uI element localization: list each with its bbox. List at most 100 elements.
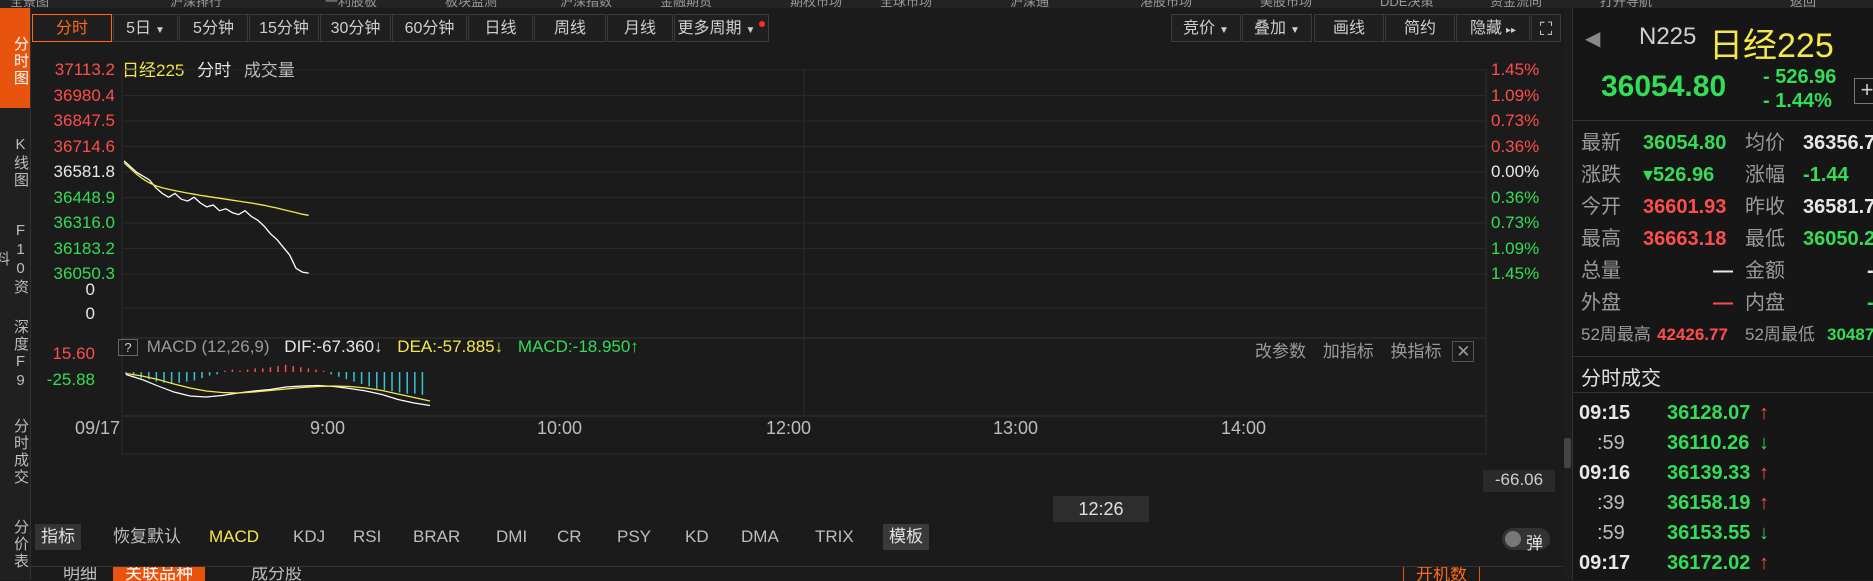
tab-60min-label: 60分钟 [404,20,455,37]
chart-canvas[interactable] [31,48,1563,508]
quote-field-label: 涨幅 [1745,164,1785,186]
bottom-tab[interactable]: 开机数 [1403,567,1480,581]
x-tick-label: 9:00 [310,418,346,438]
quote-field-value: 36356.7 [1803,132,1873,154]
top-nav-item[interactable]: 全球市场 [880,0,932,8]
bottom-tab[interactable]: 关联品种 [113,567,205,581]
quote-field-label: 最高 [1581,228,1621,250]
indicator-tab[interactable]: DMA [735,524,785,550]
help-icon[interactable]: ? [118,339,138,356]
indicator-tab[interactable]: CR [551,524,588,550]
switch-indicator-button[interactable]: 换指标 [1390,342,1441,361]
top-nav-item[interactable]: 期权市场 [790,0,842,8]
indicator-tab[interactable]: BRAR [407,524,466,550]
intraday-chart: 日经225 分时 成交量 37113.2 36980.4 36847.5 36714.… [31,48,1563,522]
tab-daily[interactable]: 日线 [468,14,533,42]
divider [1573,356,1873,357]
draw-button[interactable]: 画线 [1314,14,1384,42]
tab-60min[interactable]: 60分钟 [392,14,467,42]
top-nav-item[interactable]: 金融期货 [660,0,712,8]
tab-30min[interactable]: 30分钟 [320,14,391,42]
indicator-tab[interactable]: DMI [490,524,533,550]
period-toolbar: 分时 5日 ▼ 5分钟 15分钟 30分钟 60分钟 日线 周线 月线 更多周期 ▼ 竞价 ▼ 叠加 ▼ 画线… [31,10,1561,48]
y-tick-label: 37113.2 [54,60,115,79]
popup-toggle[interactable]: 弹 [1502,528,1550,553]
sidebar-item[interactable]: 分时图 [0,8,30,108]
close-icon[interactable]: ✕ [1452,341,1475,362]
sidebar-item[interactable]: 分时成交 [0,400,30,498]
quote-code: N225 [1639,23,1697,50]
quote-field-label: 今开 [1581,196,1621,218]
tab-intraday-label: 分时 [55,20,88,37]
pct-tick-label: 1.09% [1491,85,1540,105]
arrow-down-icon: ↓ [1759,522,1769,544]
indicator-tab[interactable]: KDJ [287,524,331,550]
top-nav-item[interactable]: 打开导航 [1600,0,1652,8]
arrow-up-icon: ↑ [1759,492,1769,514]
indicator-tab[interactable]: TRIX [809,524,860,550]
tab-weekly[interactable]: 周线 [534,14,606,42]
arrow-up-icon: ↑ [1759,462,1769,484]
indicator-tab[interactable]: 恢复默认 [107,524,187,550]
top-nav-item[interactable]: 一利股板 [325,0,377,8]
quote-field-label: 内盘 [1745,292,1785,314]
top-nav-item[interactable]: 港股市场 [1140,0,1192,8]
tab-intraday[interactable]: 分时 [32,14,112,42]
quote-field-value: 36663.18 [1643,228,1727,250]
quote-field-label: 金额 [1745,260,1785,282]
collapse-handle[interactable] [1564,438,1571,468]
bidding-button[interactable]: 竞价 ▼ [1171,14,1241,42]
top-nav-item[interactable]: 沪深指数 [560,0,612,8]
top-nav-item[interactable]: 沪深排行 [170,0,222,8]
top-nav-item[interactable]: 返回 [1790,0,1816,8]
tab-15min[interactable]: 15分钟 [249,14,319,42]
indicator-tab[interactable]: PSY [611,524,657,550]
panel-splitter[interactable] [1564,8,1572,580]
tick-price: 36110.26 [1667,432,1750,454]
quote-field-value: 30487.6 [1827,325,1873,344]
macd-dea: DEA:-57.885↓ [397,337,504,356]
tick-time: 09:15 [1579,402,1631,424]
tab-5day[interactable]: 5日 ▼ [113,14,178,42]
hide-button[interactable]: 隐藏 ▸▸ [1456,14,1530,42]
chevron-down-icon: ▼ [155,25,165,36]
divider [1573,392,1873,393]
indicator-tab[interactable]: RSI [347,524,387,550]
indicator-tab[interactable]: 指标 [35,524,81,550]
notification-dot [759,21,766,27]
indicator-tab[interactable]: KD [679,524,715,550]
prev-symbol-icon[interactable]: ◀ [1585,26,1600,51]
fullscreen-icon[interactable]: ⛶ [1531,14,1561,42]
quote-field-label: 52周最高 [1581,325,1651,344]
top-nav-item[interactable]: 美股市场 [1260,0,1312,8]
overlay-button[interactable]: 叠加 ▼ [1242,14,1312,42]
simple-button[interactable]: 简约 [1385,14,1455,42]
top-nav-item[interactable]: 板块监测 [445,0,497,8]
quote-field-label: 52周最低 [1745,325,1815,344]
sidebar-item[interactable]: 分价表 [0,502,30,580]
quote-field-label: 涨跌 [1581,164,1621,186]
x-tick-label: 10:00 [537,418,583,438]
sidebar-item[interactable]: K线图 [0,114,30,204]
quote-field-label: 外盘 [1581,292,1621,314]
top-nav-item[interactable]: 全景图 [10,0,49,8]
bottom-tab[interactable]: 明细 [51,567,109,581]
top-nav-item[interactable]: 沪深通 [1010,0,1049,8]
indicator-tab[interactable]: MACD [203,524,265,550]
tab-monthly[interactable]: 月线 [607,14,673,42]
tab-more-periods[interactable]: 更多周期 ▼ [674,14,769,42]
top-nav-item[interactable]: DDE决策 [1380,0,1433,8]
top-navigation: 全景图 沪深排行 一利股板 板块监测 沪深指数 金融期货 期权市场 全球市场 沪深通 港股市场 美股… [0,0,1873,8]
y-tick-label: 36980.4 [53,85,115,105]
macd-value: MACD:-18.950↑ [517,337,639,356]
tab-5min[interactable]: 5分钟 [179,14,248,42]
add-indicator-button[interactable]: 加指标 [1323,342,1374,361]
indicator-tab[interactable]: 模板 [883,524,929,550]
bottom-tab[interactable]: 成分股 [239,567,314,581]
indicator-tabs: 指标 恢复默认 MACD KDJ RSI BRAR DMI CR PSY KD DMA TRIX 模板 [31,524,1563,552]
add-watchlist-icon[interactable]: + [1854,78,1873,104]
double-chevron-right-icon: ▸▸ [1505,25,1517,36]
top-nav-item[interactable]: 资金流向 [1490,0,1542,8]
edit-params-button[interactable]: 改参数 [1255,342,1306,361]
macd-dif: DIF:-67.360↓ [284,337,383,356]
